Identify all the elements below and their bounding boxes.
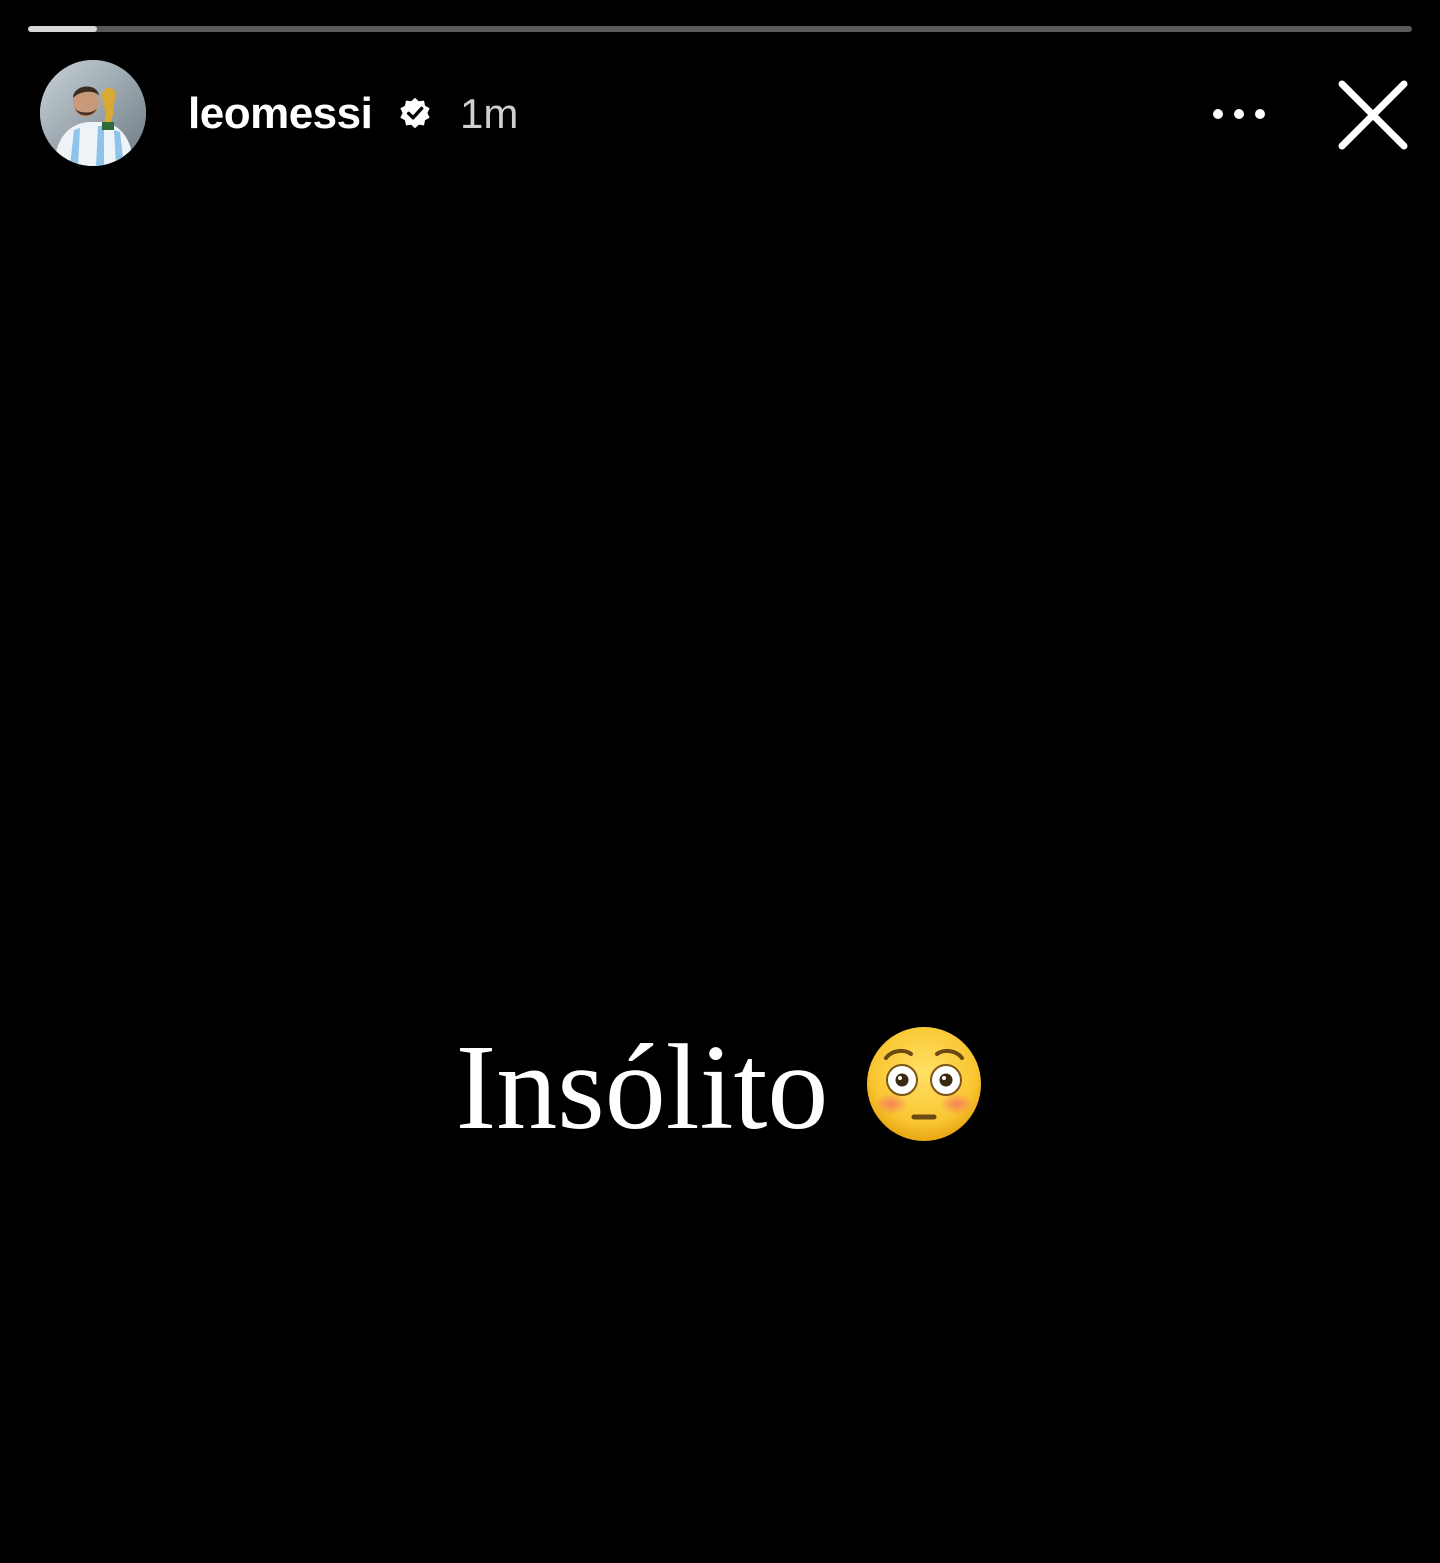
avatar[interactable] xyxy=(40,60,146,166)
username[interactable]: leomessi xyxy=(188,88,373,140)
flushed-face-emoji xyxy=(867,1027,982,1141)
story-timestamp: 1m xyxy=(460,90,519,137)
more-dots-icon[interactable] xyxy=(1206,96,1272,132)
story-viewer: leomessi 1m Insólito xyxy=(0,0,1440,1563)
close-icon[interactable] xyxy=(1336,78,1410,152)
story-text: Insólito xyxy=(455,1020,829,1155)
story-caption: Insólito xyxy=(0,1018,1440,1158)
story-progress-bar xyxy=(28,26,1412,32)
profile-photo xyxy=(40,60,146,166)
story-progress-fill xyxy=(28,26,98,32)
verified-badge-icon xyxy=(400,97,430,129)
